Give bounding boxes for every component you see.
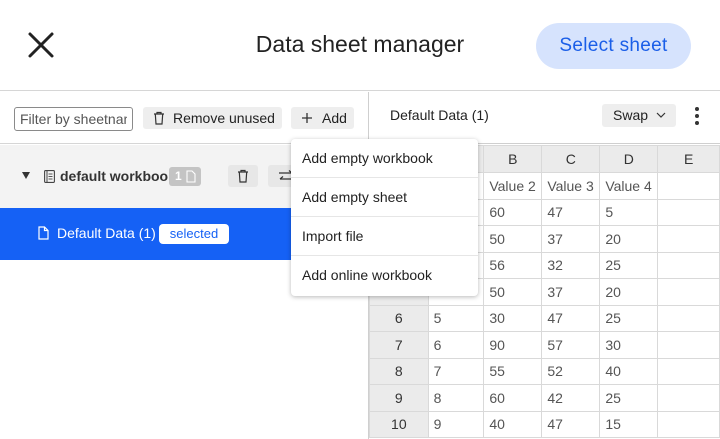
sheet-count: 1 — [175, 169, 182, 183]
chevron-down-icon[interactable] — [22, 172, 30, 179]
chevron-down-icon — [656, 112, 666, 118]
table-cell[interactable]: 60 — [483, 384, 543, 412]
trash-icon — [238, 169, 248, 183]
add-label: Add — [322, 110, 347, 126]
table-cell[interactable]: 50 — [483, 278, 543, 306]
table-cell[interactable]: 47 — [541, 304, 601, 332]
table-cell[interactable] — [657, 410, 720, 438]
table-cell[interactable]: 55 — [483, 357, 543, 385]
table-cell[interactable]: 25 — [599, 251, 659, 279]
delete-workbook-button[interactable] — [228, 165, 258, 187]
header: Data sheet manager Select sheet — [0, 0, 720, 91]
table-cell[interactable]: 7 — [427, 357, 485, 385]
table-cell[interactable] — [657, 384, 720, 412]
remove-unused-button[interactable]: Remove unused — [143, 107, 282, 129]
table-cell[interactable] — [657, 251, 720, 279]
column-header[interactable]: E — [657, 145, 720, 173]
file-icon — [38, 226, 49, 240]
table-cell[interactable] — [657, 172, 720, 200]
table-cell[interactable]: 57 — [541, 331, 601, 359]
table-cell[interactable] — [657, 304, 720, 332]
table-cell[interactable]: 15 — [599, 410, 659, 438]
table-cell[interactable]: 20 — [599, 225, 659, 253]
table-row: 9 8 60 42 25 — [369, 384, 720, 412]
swap-workbook-button[interactable] — [268, 165, 292, 187]
column-header[interactable]: D — [599, 145, 659, 173]
table-cell[interactable]: 42 — [541, 384, 601, 412]
workbook-name: default workbook — [60, 168, 176, 184]
table-cell[interactable]: 90 — [483, 331, 543, 359]
trash-icon — [154, 111, 164, 125]
menu-item-import-file[interactable]: Import file — [291, 217, 478, 256]
table-cell[interactable]: 56 — [483, 251, 543, 279]
table-cell[interactable]: 20 — [599, 278, 659, 306]
filter-input[interactable] — [14, 107, 133, 131]
menu-item-add-online-workbook[interactable]: Add online workbook — [291, 256, 478, 295]
row-header[interactable]: 7 — [369, 331, 429, 359]
sheet-name: Default Data (1) — [57, 225, 156, 241]
workbook-icon — [44, 170, 55, 183]
column-header[interactable]: B — [483, 145, 543, 173]
table-cell[interactable]: 47 — [541, 410, 601, 438]
remove-unused-label: Remove unused — [173, 110, 275, 126]
swap-icon — [279, 170, 292, 180]
table-cell[interactable]: 47 — [541, 198, 601, 226]
table-cell[interactable] — [657, 357, 720, 385]
table-cell[interactable]: 6 — [427, 331, 485, 359]
column-header[interactable]: C — [541, 145, 601, 173]
table-cell[interactable]: 40 — [599, 357, 659, 385]
more-vertical-icon[interactable] — [690, 104, 704, 128]
table-cell[interactable]: 5 — [599, 198, 659, 226]
select-sheet-button[interactable]: Select sheet — [536, 23, 691, 69]
table-cell[interactable]: 32 — [541, 251, 601, 279]
sheet-title: Default Data (1) — [390, 107, 489, 123]
table-cell[interactable] — [657, 278, 720, 306]
table-cell[interactable]: Value 3 — [541, 172, 601, 200]
table-cell[interactable]: 5 — [427, 304, 485, 332]
row-header[interactable]: 6 — [369, 304, 429, 332]
table-cell[interactable]: 30 — [483, 304, 543, 332]
table-cell[interactable]: 25 — [599, 304, 659, 332]
table-row: 10 9 40 47 15 — [369, 410, 720, 438]
table-cell[interactable]: Value 4 — [599, 172, 659, 200]
row-header[interactable]: 9 — [369, 384, 429, 412]
row-header[interactable]: 10 — [369, 410, 429, 438]
plus-icon — [302, 113, 312, 123]
swap-dropdown[interactable]: Swap — [602, 104, 676, 127]
table-cell[interactable]: 52 — [541, 357, 601, 385]
table-row: 7 6 90 57 30 — [369, 331, 720, 359]
row-header[interactable]: 8 — [369, 357, 429, 385]
table-row: 6 5 30 47 25 — [369, 304, 720, 332]
table-cell[interactable]: 37 — [541, 225, 601, 253]
table-cell[interactable]: 8 — [427, 384, 485, 412]
table-cell[interactable] — [657, 331, 720, 359]
menu-item-add-empty-workbook[interactable]: Add empty workbook — [291, 139, 478, 178]
file-icon — [186, 170, 196, 183]
table-cell[interactable]: 9 — [427, 410, 485, 438]
table-cell[interactable]: 25 — [599, 384, 659, 412]
table-cell[interactable]: Value 2 — [483, 172, 543, 200]
selected-badge: selected — [159, 224, 229, 244]
table-cell[interactable]: 50 — [483, 225, 543, 253]
add-menu: Add empty workbook Add empty sheet Impor… — [291, 139, 478, 296]
table-cell[interactable] — [657, 225, 720, 253]
menu-item-add-empty-sheet[interactable]: Add empty sheet — [291, 178, 478, 217]
swap-label: Swap — [613, 107, 649, 123]
table-cell[interactable] — [657, 198, 720, 226]
table-cell[interactable]: 40 — [483, 410, 543, 438]
table-row: 8 7 55 52 40 — [369, 357, 720, 385]
table-cell[interactable]: 60 — [483, 198, 543, 226]
table-cell[interactable]: 37 — [541, 278, 601, 306]
sheet-count-badge: 1 — [169, 167, 201, 186]
table-cell[interactable]: 30 — [599, 331, 659, 359]
add-button[interactable]: Add — [291, 107, 354, 129]
